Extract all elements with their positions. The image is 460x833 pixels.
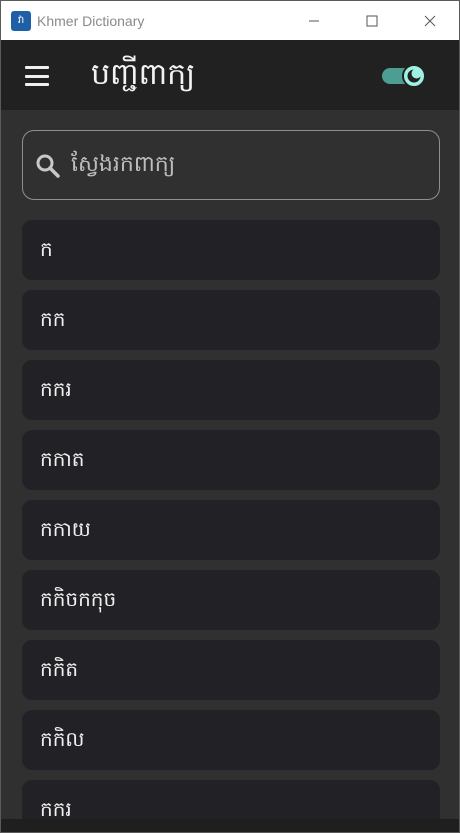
- search-input[interactable]: ស្វែងរកពាក្យ: [22, 130, 440, 200]
- maximize-icon: [366, 15, 378, 26]
- word-label: កកាត: [40, 447, 85, 471]
- list-item[interactable]: កក: [22, 290, 440, 350]
- hamburger-menu-icon-bar-3: [25, 83, 49, 86]
- word-label: ក: [40, 237, 53, 261]
- hamburger-menu-icon-bar-1: [25, 66, 49, 69]
- moon-icon: [407, 68, 422, 83]
- list-item[interactable]: កកិល: [22, 710, 440, 770]
- list-item[interactable]: កកាត: [22, 430, 440, 490]
- minimize-button[interactable]: [285, 1, 343, 40]
- word-label: កករ: [40, 377, 72, 401]
- app-bar: បញ្ជីពាក្យ: [1, 40, 459, 110]
- maximize-button[interactable]: [343, 1, 401, 40]
- toggle-knob: [402, 64, 426, 88]
- word-label: កកាយ: [40, 517, 91, 541]
- hamburger-menu-icon-bar-2: [25, 74, 49, 78]
- bottom-edge: [1, 819, 459, 832]
- list-item[interactable]: ក: [22, 220, 440, 280]
- menu-button[interactable]: [23, 65, 51, 87]
- search-icon: [35, 153, 61, 179]
- search-placeholder: ស្វែងរកពាក្យ: [71, 152, 176, 177]
- app-icon-label: វា: [17, 15, 25, 26]
- app-window: វា Khmer Dictionary បញ្ជីពាក្យ ស្វែងរកពា…: [0, 0, 460, 833]
- word-label: កកិត: [40, 657, 79, 681]
- window-title: Khmer Dictionary: [37, 12, 145, 29]
- app-icon: វា: [11, 10, 31, 31]
- main-content: ស្វែងរកពាក្យ ក កក កករ កកាត កកាយ កកិចកកុច…: [1, 110, 459, 819]
- word-label: កកិល: [40, 727, 85, 751]
- title-bar[interactable]: វា Khmer Dictionary: [1, 1, 459, 40]
- list-item[interactable]: កករ: [22, 360, 440, 420]
- page-title: បញ្ជីពាក្យ: [91, 57, 196, 92]
- minimize-icon: [309, 20, 319, 21]
- list-item[interactable]: កកិត: [22, 640, 440, 700]
- list-item[interactable]: កករ: [22, 780, 440, 819]
- close-icon: [424, 15, 436, 26]
- list-item[interactable]: កកិចកកុច: [22, 570, 440, 630]
- window-controls: [285, 1, 459, 40]
- word-label: កកិចកកុច: [40, 587, 117, 611]
- word-label: កក: [40, 307, 66, 331]
- word-label: កករ: [40, 797, 72, 819]
- close-button[interactable]: [401, 1, 459, 40]
- list-item[interactable]: កកាយ: [22, 500, 440, 560]
- theme-toggle[interactable]: [382, 64, 428, 88]
